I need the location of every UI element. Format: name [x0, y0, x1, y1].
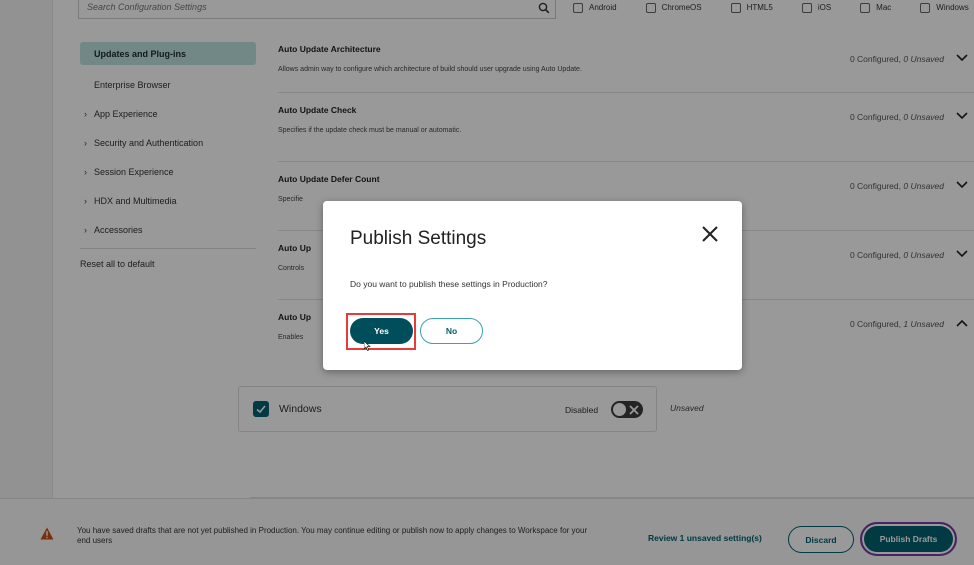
dialog-title: Publish Settings: [350, 228, 487, 249]
no-button[interactable]: No: [420, 318, 483, 344]
dialog-message: Do you want to publish these settings in…: [350, 279, 548, 289]
publish-settings-dialog: Publish Settings Do you want to publish …: [323, 201, 742, 370]
mouse-cursor-icon: [364, 341, 371, 351]
close-icon[interactable]: [700, 224, 720, 244]
yes-button[interactable]: Yes: [350, 318, 413, 344]
